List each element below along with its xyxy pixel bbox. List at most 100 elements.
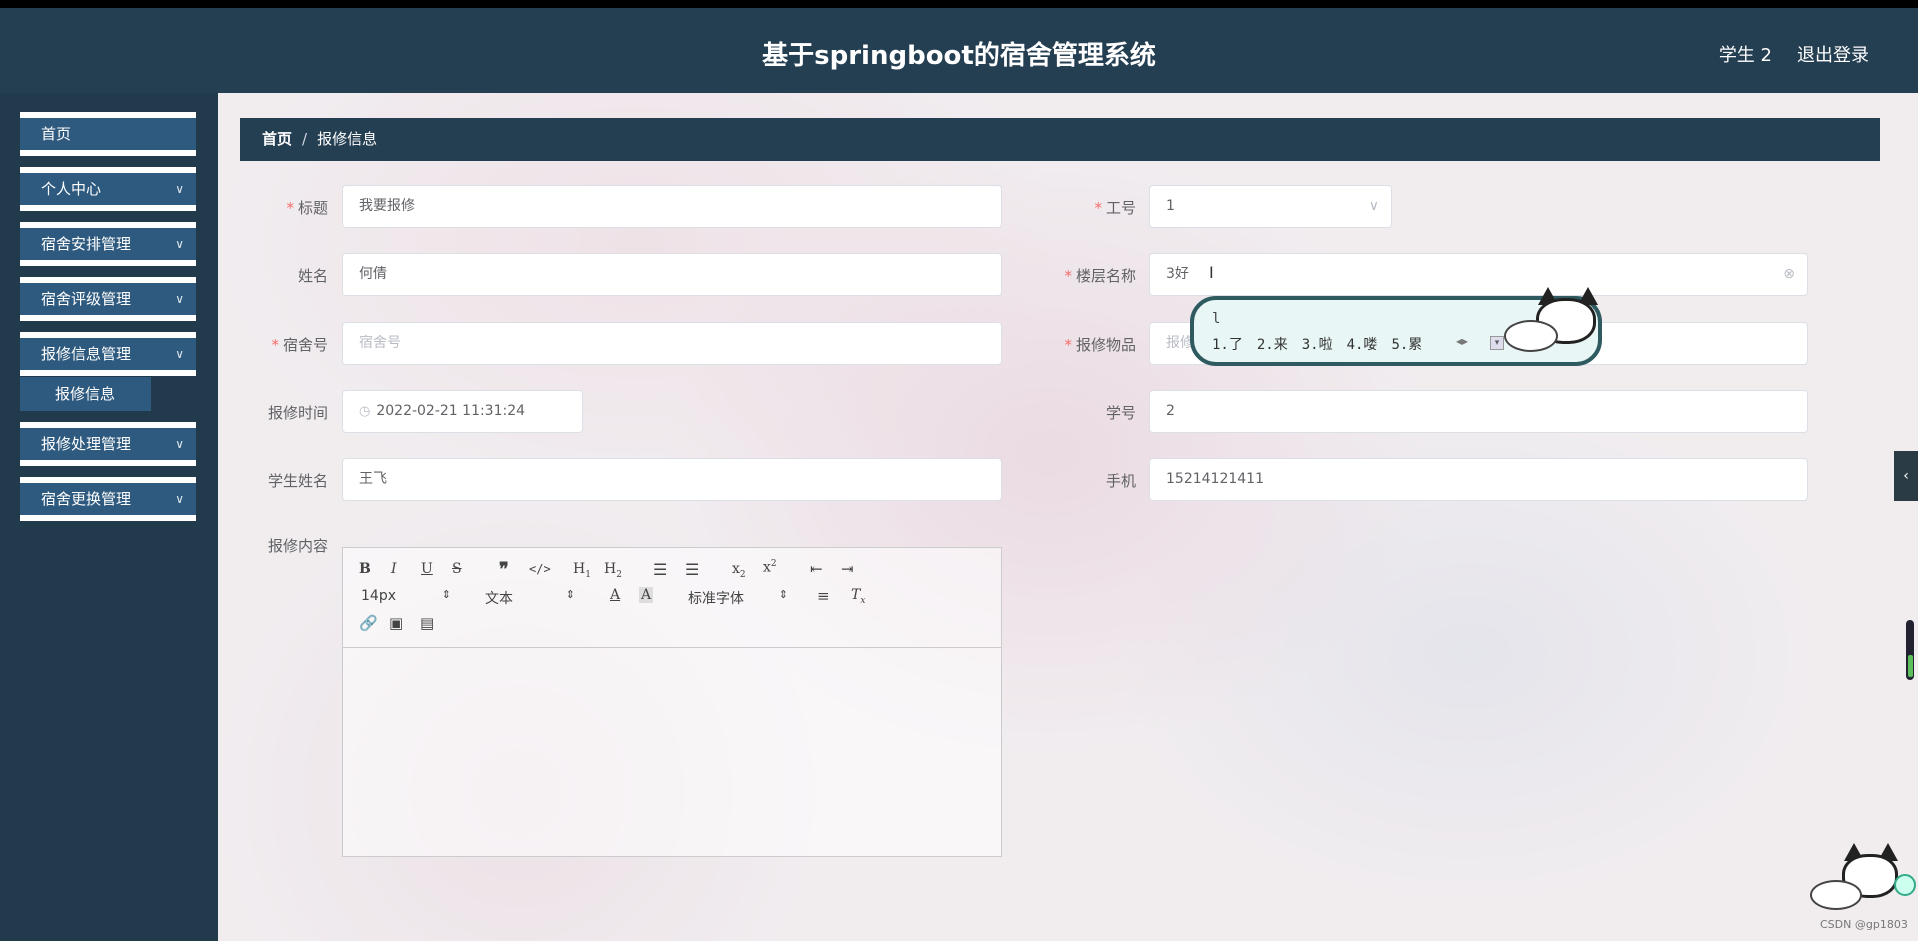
ime-typed-text: l <box>1212 311 1221 327</box>
logout-link[interactable]: 退出登录 <box>1797 41 1869 67</box>
text-cursor-icon: I <box>1209 263 1214 282</box>
sidebar-item-label: 报修处理管理 <box>41 435 132 453</box>
breadcrumb: 首页 / 报修信息 <box>240 118 1880 161</box>
clock-icon: ◷ <box>359 404 371 419</box>
name-input[interactable]: 何倩 <box>342 253 1002 296</box>
required-mark: * <box>1094 199 1102 217</box>
sidebar-item-label: 首页 <box>41 125 72 143</box>
ime-candidate[interactable]: 1.了 <box>1212 337 1243 353</box>
chevron-left-icon: ‹ <box>1903 468 1909 484</box>
clear-format-icon[interactable]: Tx <box>851 587 865 606</box>
superscript-icon[interactable]: x2 <box>763 559 777 576</box>
heading1-icon[interactable]: H1 <box>573 561 591 580</box>
ordered-list-icon[interactable]: ☰ <box>653 560 667 579</box>
ime-candidates: 1.了 2.来 3.啦 4.喽 5.累 <box>1212 334 1436 354</box>
editor-content-area[interactable] <box>343 648 1001 856</box>
dorm-no-input[interactable]: 宿舍号 <box>342 322 1002 365</box>
font-color-icon[interactable]: A <box>610 587 620 603</box>
work-no-select[interactable]: 1 ∨ <box>1149 185 1392 228</box>
underline-icon[interactable]: U <box>421 561 433 577</box>
ime-candidate[interactable]: 4.喽 <box>1347 337 1378 353</box>
ime-mascot-icon <box>1500 280 1610 360</box>
floor-name-label: * 楼层名称 <box>1064 267 1136 285</box>
sidebar-item-repair-info[interactable]: 报修信息管理 ∨ <box>20 332 196 376</box>
align-icon[interactable]: ≡ <box>817 587 830 605</box>
chevron-down-icon: ∨ <box>175 437 184 451</box>
student-no-input[interactable]: 2 <box>1149 390 1808 433</box>
watermark: CSDN @gp1803 <box>1820 918 1908 931</box>
rich-text-editor: B I U S ❞ </> H1 H2 ☰ ☰ x2 x2 ⇤ ⇥ 14px ⇕ … <box>342 547 1002 857</box>
name-label: 姓名 <box>297 267 328 285</box>
sidebar-item-dorm-arrange[interactable]: 宿舍安排管理 ∨ <box>20 222 196 266</box>
ime-candidate[interactable]: 5.累 <box>1391 337 1422 353</box>
student-no-label: 学号 <box>1105 404 1136 422</box>
image-icon[interactable]: ▣ <box>389 614 403 632</box>
sidebar-subitem-repair-info[interactable]: 报修信息 <box>20 377 151 411</box>
chevron-down-icon: ∨ <box>1368 198 1379 214</box>
chevron-down-icon: ∨ <box>175 182 184 196</box>
blockquote-icon[interactable]: ❞ <box>499 559 509 580</box>
app-header: 基于springboot的宿舍管理系统 学生 2 退出登录 <box>0 8 1918 93</box>
select-arrows-icon: ⇕ <box>565 588 575 601</box>
scrollbar-indicator <box>1908 655 1913 677</box>
paragraph-select[interactable]: 文本 ⇕ <box>485 588 575 608</box>
ime-page-arrows-icon[interactable]: ◂▸ <box>1456 334 1468 348</box>
sidebar-item-label: 宿舍评级管理 <box>41 290 132 308</box>
repair-item-label: * 报修物品 <box>1064 336 1136 354</box>
title-label: * 标题 <box>286 199 328 217</box>
code-icon[interactable]: </> <box>529 562 551 576</box>
floor-name-input[interactable]: 3好 ⊗ <box>1149 253 1808 296</box>
student-name-input[interactable]: 王飞 <box>342 458 1002 501</box>
sidebar: 首页 个人中心 ∨ 宿舍安排管理 ∨ 宿舍评级管理 ∨ 报修信息管理 ∨ 报修信息 报修… <box>0 93 218 941</box>
required-mark: * <box>286 199 294 217</box>
italic-icon[interactable]: I <box>391 561 397 577</box>
sidebar-item-personal-center[interactable]: 个人中心 ∨ <box>20 167 196 211</box>
sidebar-item-home[interactable]: 首页 <box>20 112 196 156</box>
phone-input[interactable]: 15214121411 <box>1149 458 1808 501</box>
work-no-label: * 工号 <box>1094 199 1136 217</box>
required-mark: * <box>271 336 279 354</box>
ime-candidate[interactable]: 2.来 <box>1257 337 1288 353</box>
breadcrumb-separator: / <box>302 130 308 148</box>
outdent-icon[interactable]: ⇤ <box>810 560 823 578</box>
chevron-down-icon: ∨ <box>175 292 184 306</box>
heading2-icon[interactable]: H2 <box>604 561 622 580</box>
font-family-select[interactable]: 标准字体 ⇕ <box>688 588 788 608</box>
breadcrumb-current: 报修信息 <box>317 130 378 148</box>
select-arrows-icon: ⇕ <box>441 588 451 601</box>
repair-time-picker[interactable]: ◷ 2022-02-21 11:31:24 <box>342 390 583 433</box>
link-icon[interactable]: 🔗 <box>359 614 378 632</box>
strikethrough-icon[interactable]: S <box>452 561 462 577</box>
title-input[interactable]: 我要报修 <box>342 185 1002 228</box>
breadcrumb-home[interactable]: 首页 <box>262 130 292 148</box>
collapse-panel-button[interactable]: ‹ <box>1894 451 1918 501</box>
bullet-list-icon[interactable]: ☰ <box>685 560 699 579</box>
window-top-strip <box>0 0 1918 8</box>
chevron-down-icon: ∨ <box>175 347 184 361</box>
indent-icon[interactable]: ⇥ <box>841 560 854 578</box>
sidebar-item-dorm-change[interactable]: 宿舍更换管理 ∨ <box>20 477 196 521</box>
sidebar-item-label: 个人中心 <box>41 180 102 198</box>
app-title: 基于springboot的宿舍管理系统 <box>762 41 1156 71</box>
phone-label: 手机 <box>1105 472 1136 490</box>
bold-icon[interactable]: B <box>359 561 371 577</box>
content-label: 报修内容 <box>267 537 328 555</box>
corner-mascot-icon <box>1808 838 1916 918</box>
background-color-icon[interactable]: A <box>639 587 654 603</box>
video-icon[interactable]: ▤ <box>420 614 434 632</box>
subscript-icon[interactable]: x2 <box>732 561 746 580</box>
chevron-down-icon: ∨ <box>175 492 184 506</box>
chevron-down-icon: ∨ <box>175 237 184 251</box>
dorm-no-label: * 宿舍号 <box>271 336 328 354</box>
sidebar-item-repair-handling[interactable]: 报修处理管理 ∨ <box>20 422 196 466</box>
clear-icon[interactable]: ⊗ <box>1783 254 1795 295</box>
current-user: 学生 2 <box>1718 45 1772 66</box>
sidebar-item-dorm-rating[interactable]: 宿舍评级管理 ∨ <box>20 277 196 321</box>
font-size-select[interactable]: 14px ⇕ <box>361 588 451 604</box>
sidebar-item-label: 宿舍更换管理 <box>41 490 132 508</box>
ime-candidate[interactable]: 3.啦 <box>1302 337 1333 353</box>
select-arrows-icon: ⇕ <box>778 588 788 601</box>
student-name-label: 学生姓名 <box>267 472 328 490</box>
repair-time-label: 报修时间 <box>267 404 328 422</box>
sidebar-item-label: 宿舍安排管理 <box>41 235 132 253</box>
